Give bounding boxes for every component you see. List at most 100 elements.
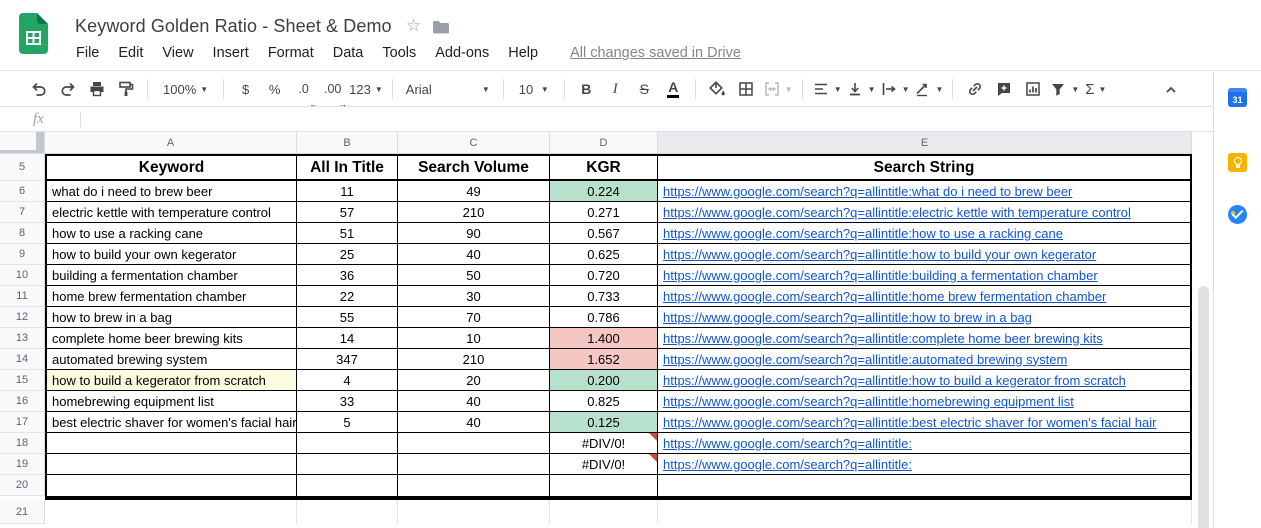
header-cell-kgr[interactable]: KGR xyxy=(550,154,658,181)
search-string-link[interactable]: https://www.google.com/search?q=allintit… xyxy=(663,331,1103,346)
row-number-19[interactable]: 19 xyxy=(0,454,45,475)
column-header-E[interactable]: E xyxy=(658,132,1192,154)
cell-B8[interactable]: 51 xyxy=(297,223,398,244)
cell-D15[interactable]: 0.200 xyxy=(550,370,658,391)
cell-A10[interactable]: building a fermentation chamber xyxy=(45,265,297,286)
cell-B9[interactable]: 25 xyxy=(297,244,398,265)
cell-A12[interactable]: how to brew in a bag xyxy=(45,307,297,328)
row-number-14[interactable]: 14 xyxy=(0,349,45,370)
cell-D19[interactable]: #DIV/0! xyxy=(550,454,658,475)
cell-C7[interactable]: 210 xyxy=(398,202,550,223)
row-number-5[interactable]: 5 xyxy=(0,154,45,181)
search-string-link[interactable]: https://www.google.com/search?q=allintit… xyxy=(663,268,1098,283)
filter-icon[interactable]: ▼ xyxy=(1049,76,1079,102)
menu-tools[interactable]: Tools xyxy=(379,43,419,63)
star-icon[interactable]: ☆ xyxy=(406,17,421,34)
google-tasks-icon[interactable] xyxy=(1228,205,1247,224)
format-currency-button[interactable]: $ xyxy=(233,76,258,102)
menu-file[interactable]: File xyxy=(73,43,102,63)
cell-B12[interactable]: 55 xyxy=(297,307,398,328)
paint-format-icon[interactable] xyxy=(113,76,138,102)
column-header-D[interactable]: D xyxy=(550,132,658,154)
search-string-link[interactable]: https://www.google.com/search?q=allintit… xyxy=(663,226,1063,241)
header-cell-all-in-title[interactable]: All In Title xyxy=(297,154,398,181)
merge-cells-icon[interactable]: ▼ xyxy=(763,76,793,102)
text-color-button[interactable]: A xyxy=(661,76,686,102)
cell-D18[interactable]: #DIV/0! xyxy=(550,433,658,454)
cell-C14[interactable]: 210 xyxy=(398,349,550,370)
cell-E14[interactable]: https://www.google.com/search?q=allintit… xyxy=(658,349,1192,370)
cell-E7[interactable]: https://www.google.com/search?q=allintit… xyxy=(658,202,1192,223)
row-number-21[interactable]: 21 xyxy=(0,500,45,524)
cell-B13[interactable]: 14 xyxy=(297,328,398,349)
cell-B21[interactable] xyxy=(297,500,398,524)
fill-color-icon[interactable] xyxy=(705,76,730,102)
cell-D21[interactable] xyxy=(550,500,658,524)
cell-D10[interactable]: 0.720 xyxy=(550,265,658,286)
row-number-11[interactable]: 11 xyxy=(0,286,45,307)
menu-format[interactable]: Format xyxy=(265,43,317,63)
row-number-8[interactable]: 8 xyxy=(0,223,45,244)
cell-B10[interactable]: 36 xyxy=(297,265,398,286)
cell-E8[interactable]: https://www.google.com/search?q=allintit… xyxy=(658,223,1192,244)
cell-C6[interactable]: 49 xyxy=(398,181,550,202)
menu-help[interactable]: Help xyxy=(505,43,541,63)
row-number-7[interactable]: 7 xyxy=(0,202,45,223)
header-cell-keyword[interactable]: Keyword xyxy=(45,154,297,181)
bold-button[interactable]: B xyxy=(574,76,599,102)
cell-A13[interactable]: complete home beer brewing kits xyxy=(45,328,297,349)
italic-button[interactable]: I xyxy=(603,76,628,102)
insert-comment-icon[interactable] xyxy=(991,76,1016,102)
text-wrap-icon[interactable]: ▼ xyxy=(880,76,910,102)
cell-C18[interactable] xyxy=(398,433,550,454)
decrease-decimal-button[interactable]: .0← xyxy=(291,76,316,102)
column-header-C[interactable]: C xyxy=(398,132,550,154)
undo-icon[interactable] xyxy=(26,76,51,102)
header-cell-search-string[interactable]: Search String xyxy=(658,154,1192,181)
row-number-13[interactable]: 13 xyxy=(0,328,45,349)
cell-B19[interactable] xyxy=(297,454,398,475)
cell-A15[interactable]: how to build a kegerator from scratch xyxy=(45,370,297,391)
row-number-15[interactable]: 15 xyxy=(0,370,45,391)
zoom-select[interactable]: 100% ▼ xyxy=(157,76,214,102)
cell-D8[interactable]: 0.567 xyxy=(550,223,658,244)
cell-B16[interactable]: 33 xyxy=(297,391,398,412)
search-string-link[interactable]: https://www.google.com/search?q=allintit… xyxy=(663,247,1096,262)
column-header-A[interactable]: A xyxy=(45,132,297,154)
cell-C17[interactable]: 40 xyxy=(398,412,550,433)
cell-A8[interactable]: how to use a racking cane xyxy=(45,223,297,244)
google-calendar-icon[interactable]: 31 xyxy=(1228,88,1247,107)
cell-A19[interactable] xyxy=(45,454,297,475)
cell-A21[interactable] xyxy=(45,500,297,524)
cell-E20[interactable] xyxy=(658,475,1192,496)
cell-A9[interactable]: how to build your own kegerator xyxy=(45,244,297,265)
vertical-align-icon[interactable]: ▼ xyxy=(846,76,876,102)
cell-C20[interactable] xyxy=(398,475,550,496)
format-percent-button[interactable]: % xyxy=(262,76,287,102)
redo-icon[interactable] xyxy=(55,76,80,102)
more-formats-button[interactable]: 123 ▼ xyxy=(349,76,383,102)
cell-A18[interactable] xyxy=(45,433,297,454)
cell-A6[interactable]: what do i need to brew beer xyxy=(45,181,297,202)
cell-C13[interactable]: 10 xyxy=(398,328,550,349)
cell-D20[interactable] xyxy=(550,475,658,496)
select-all-corner[interactable] xyxy=(0,132,45,154)
cell-C8[interactable]: 90 xyxy=(398,223,550,244)
cell-E18[interactable]: https://www.google.com/search?q=allintit… xyxy=(658,433,1192,454)
menu-add-ons[interactable]: Add-ons xyxy=(432,43,492,63)
cell-D6[interactable]: 0.224 xyxy=(550,181,658,202)
document-title[interactable]: Keyword Golden Ratio - Sheet & Demo xyxy=(75,16,392,37)
row-number-20[interactable]: 20 xyxy=(0,475,45,496)
cell-E19[interactable]: https://www.google.com/search?q=allintit… xyxy=(658,454,1192,475)
google-keep-icon[interactable] xyxy=(1228,153,1247,172)
cell-C10[interactable]: 50 xyxy=(398,265,550,286)
cell-E6[interactable]: https://www.google.com/search?q=allintit… xyxy=(658,181,1192,202)
functions-button[interactable]: Σ ▼ xyxy=(1083,76,1108,102)
cell-C12[interactable]: 70 xyxy=(398,307,550,328)
header-cell-search-volume[interactable]: Search Volume xyxy=(398,154,550,181)
menu-data[interactable]: Data xyxy=(330,43,367,63)
cell-C19[interactable] xyxy=(398,454,550,475)
cell-E11[interactable]: https://www.google.com/search?q=allintit… xyxy=(658,286,1192,307)
cell-C9[interactable]: 40 xyxy=(398,244,550,265)
cell-A17[interactable]: best electric shaver for women's facial … xyxy=(45,412,297,433)
